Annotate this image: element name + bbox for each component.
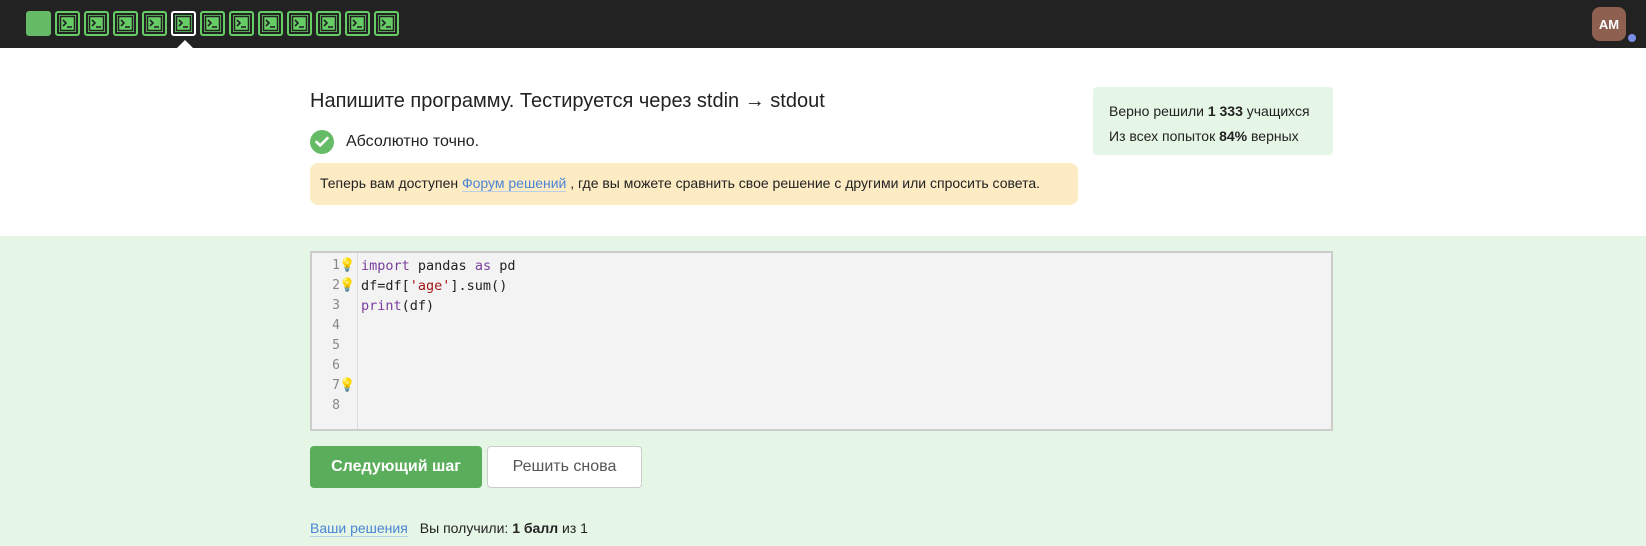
line-number: 3 bbox=[332, 298, 340, 313]
next-step-button[interactable]: Следующий шаг bbox=[310, 446, 482, 488]
step-4-code[interactable] bbox=[113, 11, 138, 36]
line-number: 5 bbox=[332, 338, 340, 353]
step-3-code[interactable] bbox=[84, 11, 109, 36]
step-7-code[interactable] bbox=[200, 11, 225, 36]
step-11-code[interactable] bbox=[316, 11, 341, 36]
step-2-code[interactable] bbox=[55, 11, 80, 36]
forum-notice: Теперь вам доступен Форум решений , где … bbox=[310, 163, 1078, 205]
step-13-code[interactable] bbox=[374, 11, 399, 36]
correct-percent: 84% bbox=[1219, 128, 1248, 144]
terminal-icon bbox=[378, 15, 395, 32]
notice-suffix: , где вы можете сравнить свое решение с … bbox=[566, 175, 1041, 191]
score-value: 1 балл bbox=[512, 520, 559, 536]
user-avatar[interactable]: AM bbox=[1592, 7, 1626, 41]
notice-prefix: Теперь вам доступен bbox=[320, 175, 462, 191]
terminal-icon bbox=[262, 15, 279, 32]
terminal-icon bbox=[233, 15, 250, 32]
code-editor[interactable]: 1 2 3 4 5 6 7 8 💡 💡 💡 import pandas as p… bbox=[310, 251, 1333, 431]
code-line-3[interactable]: print(df) bbox=[361, 298, 434, 314]
terminal-icon bbox=[204, 15, 221, 32]
code-line-2[interactable]: df=df['age'].sum() bbox=[361, 278, 507, 294]
line-number-gutter: 1 2 3 4 5 6 7 8 💡 💡 💡 bbox=[312, 253, 358, 429]
solve-again-button[interactable]: Решить снова bbox=[487, 446, 642, 488]
terminal-icon bbox=[291, 15, 308, 32]
terminal-icon bbox=[59, 15, 76, 32]
terminal-icon bbox=[349, 15, 366, 32]
line-number: 7 bbox=[332, 378, 340, 393]
score-suffix: из 1 bbox=[558, 520, 588, 536]
step-1-text[interactable] bbox=[26, 11, 51, 36]
result-message: Абсолютно точно. bbox=[346, 133, 480, 150]
step-5-code[interactable] bbox=[142, 11, 167, 36]
lightbulb-hint-icon[interactable]: 💡 bbox=[339, 377, 355, 393]
step-12-code[interactable] bbox=[345, 11, 370, 36]
solved-count: 1 333 bbox=[1207, 103, 1243, 119]
solve-stats: Верно решили 1 333 учащихся Из всех попы… bbox=[1093, 87, 1333, 155]
step-10-code[interactable] bbox=[287, 11, 312, 36]
terminal-icon bbox=[320, 15, 337, 32]
line-number: 2 bbox=[332, 278, 340, 293]
your-solutions-link[interactable]: Ваши решения bbox=[310, 520, 408, 537]
check-circle-icon bbox=[310, 130, 334, 154]
stats-solved-line: Верно решили 1 333 учащихся bbox=[1109, 103, 1310, 119]
top-navigation-bar: AM bbox=[0, 0, 1646, 48]
code-line-1[interactable]: import pandas as pd bbox=[361, 258, 515, 274]
task-title: Напишите программу. Тестируется через st… bbox=[310, 90, 825, 112]
solutions-forum-link[interactable]: Форум решений bbox=[461, 175, 567, 192]
stats-attempts-line: Из всех попыток 84% верных bbox=[1109, 128, 1299, 144]
submission-footer: Ваши решения Вы получили: 1 балл из 1 bbox=[310, 520, 588, 537]
terminal-icon bbox=[175, 15, 192, 32]
terminal-icon bbox=[117, 15, 134, 32]
notification-dot bbox=[1628, 34, 1636, 42]
lightbulb-hint-icon[interactable]: 💡 bbox=[339, 277, 355, 293]
score-prefix: Вы получили: bbox=[419, 520, 513, 536]
step-6-code-current[interactable] bbox=[171, 11, 196, 36]
line-number: 4 bbox=[332, 318, 340, 333]
line-number: 1 bbox=[332, 258, 340, 273]
lesson-steps bbox=[26, 11, 399, 36]
line-number: 8 bbox=[332, 398, 340, 413]
lightbulb-hint-icon[interactable]: 💡 bbox=[339, 257, 355, 273]
step-8-code[interactable] bbox=[229, 11, 254, 36]
step-9-code[interactable] bbox=[258, 11, 283, 36]
current-step-caret bbox=[177, 40, 193, 48]
line-number: 6 bbox=[332, 358, 340, 373]
terminal-icon bbox=[146, 15, 163, 32]
terminal-icon bbox=[88, 15, 105, 32]
